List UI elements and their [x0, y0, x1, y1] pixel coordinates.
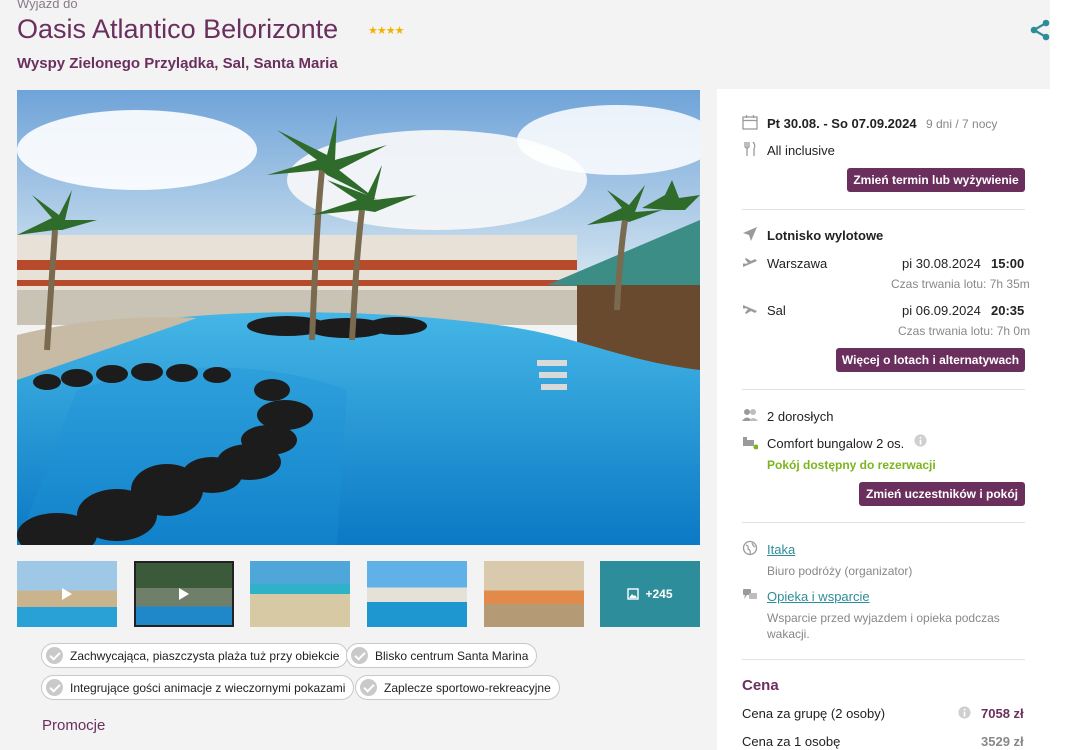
organizer-link[interactable]: Itaka	[767, 542, 795, 557]
airport-heading: Lotnisko wylotowe	[767, 228, 884, 243]
pre-title: Wyjazd do	[17, 0, 78, 11]
price-person-label: Cena za 1 osobę	[742, 734, 841, 749]
share-icon[interactable]	[1028, 18, 1052, 42]
guests-count: 2 dorosłych	[767, 409, 834, 424]
info-icon[interactable]	[914, 434, 927, 447]
change-term-button[interactable]: Zmień termin lub wyżywienie	[847, 168, 1025, 192]
room-type: Comfort bungalow 2 os.	[767, 436, 905, 451]
room-availability: Pokój dostępny do rezerwacji	[767, 458, 936, 472]
outbound-time: 15:00	[991, 256, 1025, 271]
globe-icon	[742, 540, 758, 556]
play-icon	[62, 588, 72, 600]
page: Wyjazd do Oasis Atlantico Belorizonte ★★…	[0, 0, 1089, 750]
check-icon	[46, 647, 63, 664]
return-flight-duration: Czas trwania lotu: 7h 0m	[898, 324, 1031, 338]
price-group-value: 7058 zł	[981, 706, 1024, 721]
support-link[interactable]: Opieka i wsparcie	[767, 589, 870, 604]
trip-dates: Pt 30.08. - So 07.09.2024	[767, 116, 917, 131]
check-icon	[351, 647, 368, 664]
hotel-title: Oasis Atlantico Belorizonte	[17, 14, 339, 44]
more-photos-button[interactable]: +245	[600, 561, 700, 627]
thumbnail-pool[interactable]	[367, 561, 467, 627]
booking-sidebar: Pt 30.08. - So 07.09.2024 9 dni / 7 nocy…	[717, 89, 1050, 750]
bed-icon	[743, 437, 758, 450]
feature-tag: Blisko centrum Santa Marina	[346, 643, 538, 668]
change-guests-button[interactable]: Zmień uczestników i pokój	[859, 482, 1025, 506]
plane-takeoff-icon	[743, 258, 757, 267]
divider	[742, 659, 1025, 660]
right-gutter	[1050, 0, 1089, 750]
feature-tag-label: Zaplecze sportowo-rekreacyjne	[384, 680, 551, 695]
return-city: Sal	[767, 303, 786, 318]
support-icon	[743, 589, 757, 599]
check-icon	[360, 679, 377, 696]
feature-tag-label: Zachwycająca, piaszczysta plaża tuż przy…	[70, 648, 340, 663]
outbound-city: Warszawa	[767, 256, 828, 271]
price-heading: Cena	[742, 677, 779, 694]
plane-icon	[743, 227, 757, 241]
feature-tag-label: Blisko centrum Santa Marina	[375, 648, 529, 663]
price-person-value: 3529 zł	[981, 734, 1024, 749]
image-icon	[627, 588, 640, 600]
board-type: All inclusive	[767, 143, 835, 158]
feature-tag-label: Integrujące gości animacje z wieczornymi…	[70, 680, 346, 695]
rating-stars: ★★★★	[368, 25, 404, 37]
hotel-location: Wyspy Zielonego Przylądka, Sal, Santa Ma…	[17, 55, 338, 72]
outbound-date: pi 30.08.2024	[902, 256, 981, 271]
outbound-flight-duration: Czas trwania lotu: 7h 35m	[891, 277, 1030, 291]
promotions-heading: Promocje	[42, 717, 106, 734]
play-icon	[179, 588, 189, 600]
feature-tag: Zachwycająca, piaszczysta plaża tuż przy…	[41, 643, 349, 668]
support-description-line-1: Wsparcie przed wyjazdem i opieka podczas	[767, 611, 1000, 625]
price-group-label: Cena za grupę (2 osoby)	[742, 706, 886, 721]
return-time: 20:35	[991, 303, 1025, 318]
divider	[742, 209, 1025, 210]
feature-tag: Zaplecze sportowo-rekreacyjne	[355, 675, 560, 700]
divider	[742, 522, 1025, 523]
hero-photo[interactable]	[17, 90, 700, 545]
flights-details-button[interactable]: Więcej o lotach i alternatywach	[836, 348, 1025, 372]
divider	[742, 389, 1025, 390]
cutlery-icon	[744, 141, 756, 156]
organizer-description: Biuro podróży (organizator)	[767, 564, 913, 578]
more-photos-count: +245	[645, 587, 673, 601]
thumbnail-room[interactable]	[484, 561, 584, 627]
hotel-pool-image	[17, 90, 700, 545]
thumbnail-video-1[interactable]	[17, 561, 117, 627]
support-description-line-2: wakacji.	[767, 627, 810, 641]
thumbnail-strip: +245	[17, 561, 700, 627]
feature-tag: Integrujące gości animacje z wieczornymi…	[41, 675, 355, 700]
calendar-icon	[742, 115, 758, 130]
plane-landing-icon	[743, 305, 757, 314]
trip-duration: 9 dni / 7 nocy	[926, 117, 998, 131]
check-icon	[46, 679, 63, 696]
info-icon[interactable]	[958, 706, 971, 719]
thumbnail-beach[interactable]	[250, 561, 350, 627]
return-date: pi 06.09.2024	[902, 303, 981, 318]
people-icon	[742, 409, 758, 421]
thumbnail-video-2[interactable]	[134, 561, 234, 627]
